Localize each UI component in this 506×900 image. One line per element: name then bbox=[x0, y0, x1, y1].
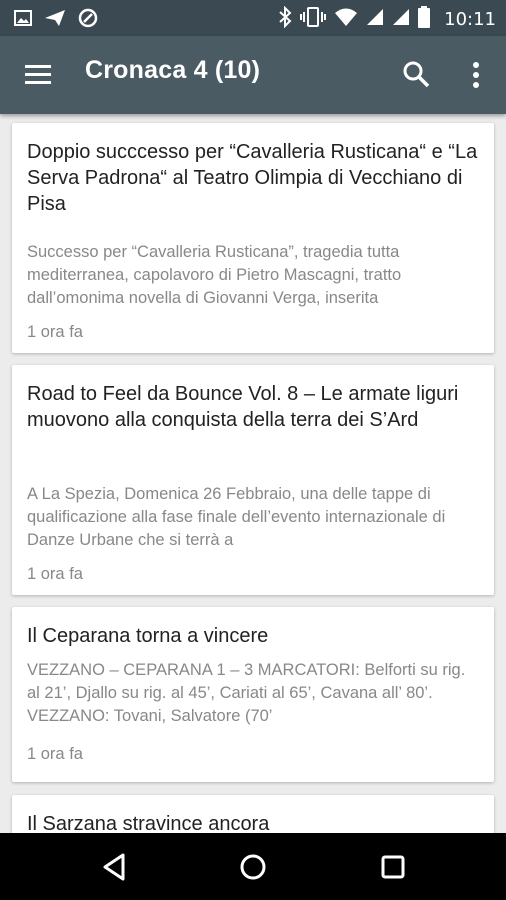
article-time: 1 ora fa bbox=[27, 745, 83, 763]
home-icon[interactable] bbox=[235, 849, 271, 885]
status-bar: 10:11 bbox=[0, 0, 506, 36]
navigation-bar bbox=[0, 833, 506, 900]
article-card[interactable]: Il Ceparana torna a vincere VEZZANO – CE… bbox=[12, 607, 494, 782]
article-card[interactable]: Road to Feel da Bounce Vol. 8 – Le armat… bbox=[12, 365, 494, 595]
article-excerpt: VEZZANO – CEPARANA 1 – 3 MARCATORI: Belf… bbox=[27, 661, 466, 725]
back-icon[interactable] bbox=[97, 849, 133, 885]
vibrate-icon bbox=[300, 6, 327, 32]
clock-time: 10:11 bbox=[444, 8, 496, 30]
article-excerpt: A La Spezia, Domenica 26 Febbraio, una d… bbox=[27, 485, 446, 549]
bluetooth-icon bbox=[278, 5, 292, 32]
article-title: Il Ceparana torna a vincere bbox=[27, 625, 269, 647]
recents-icon[interactable] bbox=[375, 849, 411, 885]
article-excerpt: Successo per “Cavalleria Rusticana”, tra… bbox=[27, 243, 402, 307]
article-card[interactable]: Il Sarzana stravince ancora bbox=[12, 795, 494, 833]
article-list: Doppio succcesso per “Cavalleria Rustica… bbox=[0, 114, 506, 833]
app-toolbar: Cronaca 4 (10) bbox=[0, 36, 506, 114]
battery-icon bbox=[418, 6, 431, 32]
article-title: Road to Feel da Bounce Vol. 8 – Le armat… bbox=[27, 383, 459, 431]
more-vert-icon[interactable] bbox=[466, 58, 486, 92]
send-icon bbox=[44, 9, 66, 31]
article-time: 1 ora fa bbox=[27, 565, 83, 583]
article-card[interactable]: Doppio succcesso per “Cavalleria Rustica… bbox=[12, 123, 494, 353]
menu-icon[interactable] bbox=[22, 58, 56, 92]
signal-icon bbox=[392, 8, 410, 30]
search-icon[interactable] bbox=[400, 58, 432, 90]
image-icon bbox=[14, 9, 32, 31]
wifi-icon bbox=[334, 7, 358, 31]
article-title: Doppio succcesso per “Cavalleria Rustica… bbox=[27, 141, 478, 215]
article-title: Il Sarzana stravince ancora bbox=[27, 813, 270, 833]
data-saver-icon bbox=[78, 8, 98, 32]
signal-icon bbox=[366, 8, 384, 30]
page-title: Cronaca 4 (10) bbox=[85, 56, 261, 84]
article-time: 1 ora fa bbox=[27, 323, 83, 341]
